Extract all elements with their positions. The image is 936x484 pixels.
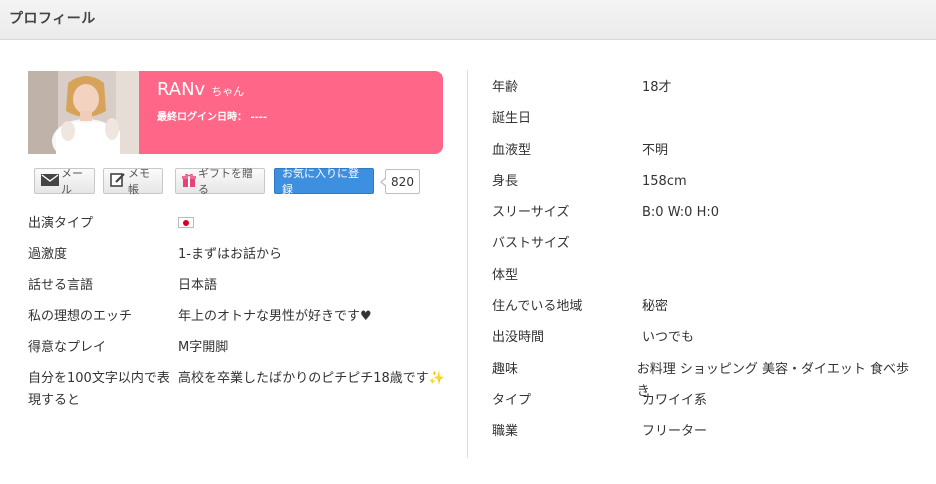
profile-photo-image [28,71,139,154]
detail-row-bust-size: バストサイズ [492,233,912,264]
detail-label: 住んでいる地域 [492,299,583,315]
mail-button-label: メール [61,167,83,196]
detail-row-intensity: 過激度 1-まずはお話から [28,244,448,275]
detail-row-height: 身長 158cm [492,171,912,202]
detail-value: 秘密 [642,299,669,315]
detail-value: 不明 [642,142,669,158]
detail-row-active-time: 出没時間 いつでも [492,327,912,358]
detail-row-type: タイプ カワイイ系 [492,390,912,421]
profile-photo[interactable] [28,71,139,154]
favorite-button[interactable]: お気に入りに登録 [274,167,374,196]
detail-label: 自分を100文字以内で表現すると [28,371,170,408]
detail-label: 話せる言語 [28,278,94,293]
detail-value: 18才 [642,80,672,95]
profile-name-block: RANv ちゃん [157,79,244,100]
detail-row-three-sizes: スリーサイズ B:0 W:0 H:0 [492,202,912,233]
mail-button[interactable]: メール [34,167,95,196]
detail-value: いつでも [642,330,695,346]
detail-label: 年齢 [492,80,519,95]
gift-button-label: ギフトを贈る [198,167,253,196]
detail-label: バストサイズ [492,236,570,252]
detail-row-birthday: 誕生日 [492,108,912,139]
detail-label: スリーサイズ [492,205,570,221]
detail-value: お料理 ショッピング 美容・ダイエット 食べ歩き [636,361,910,399]
detail-label: 誕生日 [492,111,532,127]
detail-label: 趣味 [492,361,519,377]
favorite-count: 820 [391,174,414,189]
profile-card: RANv ちゃん 最終ログイン日時： ---- [28,71,443,154]
detail-value: 高校を卒業したばかりのピチピチ18歳です✨ [178,371,445,386]
detail-label: 血液型 [492,142,532,158]
detail-value: 日本語 [178,278,218,293]
left-details-list: 出演タイプ 過激度 1-まずはお話から 話せる言語 日本語 私の理想のエッチ 年… [28,213,448,414]
detail-value: 年上のオトナな男性が好きです♥ [178,309,372,324]
page-title: プロフィール [9,11,96,27]
detail-row-specialty: 得意なプレイ M字開脚 [28,337,448,368]
detail-row-occupation: 職業 フリーター [492,421,912,452]
column-divider [467,70,468,458]
detail-row-blood-type: 血液型 不明 [492,140,912,171]
detail-label: 出演タイプ [28,216,94,231]
last-login-label: 最終ログイン日時： [157,112,247,123]
detail-value: 1-まずはお話から [178,247,282,262]
detail-value: B:0 W:0 H:0 [642,205,720,221]
detail-label: 出没時間 [492,330,545,346]
detail-label: 職業 [492,424,519,440]
detail-label: 体型 [492,267,519,283]
detail-value: フリーター [642,424,708,440]
detail-value [178,213,448,244]
detail-label: 私の理想のエッチ [28,309,133,324]
favorite-count-badge: 820 [380,169,420,194]
detail-label: タイプ [492,392,532,408]
memo-button-label: メモ帳 [128,167,150,196]
detail-row-age: 年齢 18才 [492,77,912,108]
profile-name: RANv [157,79,206,100]
detail-row-body-type: 体型 [492,265,912,296]
edit-note-icon [110,172,126,190]
detail-label: 過激度 [28,247,68,262]
profile-name-suffix: ちゃん [211,85,245,98]
header-bar: プロフィール [0,0,936,40]
detail-row-languages: 話せる言語 日本語 [28,275,448,306]
detail-row-hobbies: 趣味 お料理 ショッピング 美容・ダイエット 食べ歩き [492,359,912,399]
japan-flag-icon [178,217,194,228]
gift-button[interactable]: ギフトを贈る [175,167,265,196]
gift-icon [182,173,196,190]
memo-button[interactable]: メモ帳 [103,167,163,196]
detail-label: 身長 [492,173,519,189]
last-login-value: ---- [250,112,268,123]
favorite-button-label: お気に入りに登録 [282,167,359,196]
detail-row-self-intro: 自分を100文字以内で表現すると 高校を卒業したばかりのピチピチ18歳です✨ [28,368,448,414]
detail-value: カワイイ系 [642,392,708,408]
detail-row-region: 住んでいる地域 秘密 [492,296,912,327]
right-details-list: 年齢 18才 誕生日 血液型 不明 身長 158cm スリーサイズ B:0 W:0 H:… [492,77,912,453]
detail-row-ideal: 私の理想のエッチ 年上のオトナな男性が好きです♥ [28,306,448,337]
detail-value: M字開脚 [178,340,229,355]
detail-row-appearance-type: 出演タイプ [28,213,448,244]
detail-value: 158cm [642,173,687,189]
last-login: 最終ログイン日時： ---- [157,108,267,123]
detail-label: 得意なプレイ [28,340,107,355]
envelope-icon [41,173,59,189]
